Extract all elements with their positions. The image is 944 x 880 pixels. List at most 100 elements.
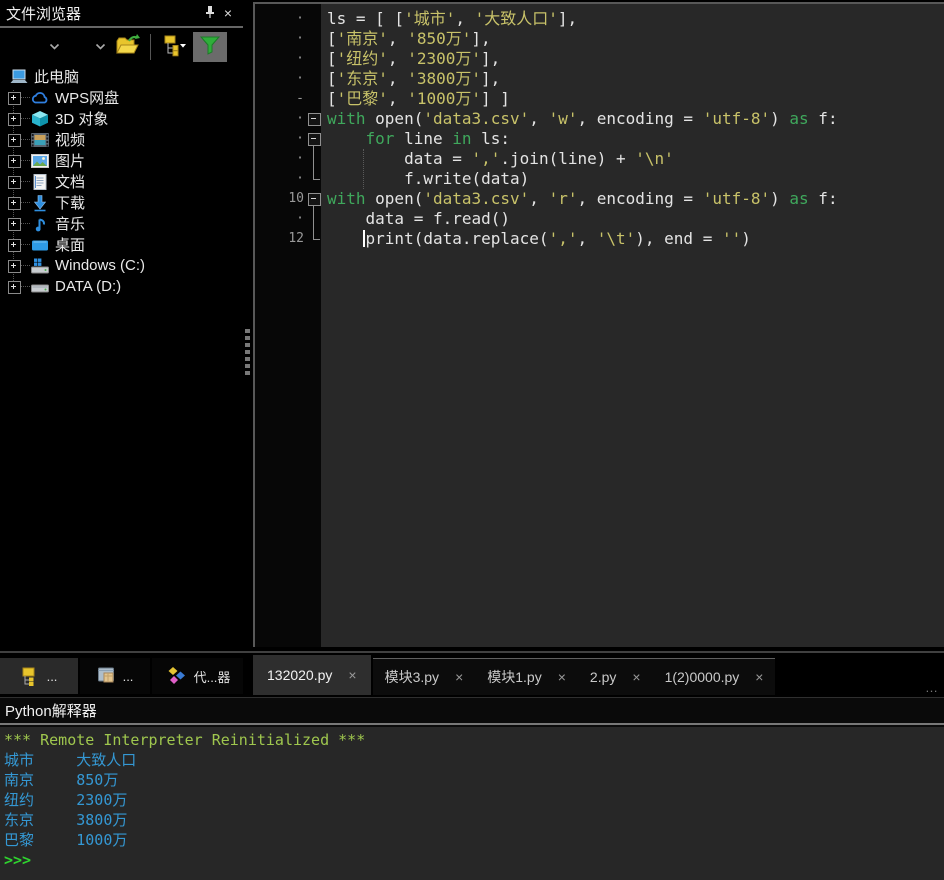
code-blocks-icon	[166, 666, 188, 686]
fold-cell[interactable]	[307, 129, 321, 149]
code-token: [	[327, 89, 337, 108]
file-browser-panel: 文件浏览器 × 此电脑 WPS网盘 3D 对象 视频 图片 文档 下载 音乐 桌面 Windows…	[0, 0, 244, 697]
code-token: , encoding =	[577, 189, 703, 208]
output-line: 巴黎 1000万	[4, 831, 128, 849]
film-icon	[30, 131, 50, 149]
expand-icon[interactable]	[8, 134, 21, 147]
chevron-down-icon	[95, 38, 106, 56]
change-mark: ·	[296, 211, 304, 226]
code-token: ],	[471, 29, 491, 48]
tree-view-button[interactable]	[161, 33, 187, 62]
open-folder-button[interactable]	[114, 33, 140, 62]
history-dropdown[interactable]	[18, 38, 64, 56]
string-token: '1000万'	[407, 89, 481, 108]
keyword-token: in	[452, 129, 472, 148]
tab-132020.py[interactable]: 132020.py ×	[253, 655, 371, 695]
expand-icon[interactable]	[8, 218, 21, 231]
tree-item[interactable]: 文档	[0, 171, 243, 192]
code-line: ['纽约', '2300万'],	[321, 49, 944, 69]
expand-icon[interactable]	[8, 113, 21, 126]
file-browser-toolbar	[0, 28, 243, 66]
filter-funnel-icon	[199, 34, 221, 61]
tree-item[interactable]: 视频	[0, 129, 243, 150]
change-mark: ·	[296, 151, 304, 166]
string-token: 'w'	[548, 109, 578, 128]
tree-item[interactable]: 此电脑	[0, 66, 243, 87]
file-browser-titlebar: 文件浏览器 ×	[0, 0, 243, 28]
code-token: ,	[387, 29, 408, 48]
fold-cell	[307, 229, 321, 249]
tab-close-icon[interactable]: ×	[755, 669, 763, 685]
output-line: *** Remote Interpreter Reinitialized ***	[4, 731, 366, 749]
code-token: ],	[557, 9, 578, 28]
close-icon[interactable]: ×	[219, 5, 237, 21]
string-token: 'data3.csv'	[423, 189, 530, 208]
tree-item[interactable]: 3D 对象	[0, 108, 243, 129]
expand-icon[interactable]	[8, 260, 21, 273]
tab-close-icon[interactable]: ×	[348, 667, 356, 683]
fold-collapse-icon[interactable]	[308, 113, 321, 126]
tree-item[interactable]: WPS网盘	[0, 87, 243, 108]
picture-icon	[30, 152, 50, 170]
tree-item[interactable]: Windows (C:)	[0, 255, 243, 276]
gutter-row: ·	[255, 129, 321, 149]
fold-end	[313, 239, 320, 240]
folder-tree-icon	[161, 33, 187, 62]
tree-item[interactable]: 图片	[0, 150, 243, 171]
tab-模块3.py[interactable]: 模块3.py ×	[373, 659, 476, 695]
code-token: ), end =	[635, 229, 722, 248]
code-token: ,	[529, 109, 549, 128]
tab-模块1.py[interactable]: 模块1.py ×	[475, 659, 578, 695]
tree-item[interactable]: 桌面	[0, 234, 243, 255]
pin-icon[interactable]	[201, 5, 219, 22]
indent-guide	[362, 149, 364, 189]
code-token: )	[741, 229, 751, 248]
dock-tab-3[interactable]: 代...器	[152, 658, 244, 694]
fold-collapse-icon[interactable]	[308, 193, 321, 206]
expand-icon[interactable]	[8, 176, 21, 189]
fold-cell[interactable]	[307, 109, 321, 129]
tab-2.py[interactable]: 2.py ×	[578, 659, 653, 695]
splitter-grip-icon	[245, 329, 250, 375]
code-token: f:	[808, 189, 838, 208]
gutter-row: ·	[255, 29, 321, 49]
expand-icon[interactable]	[8, 197, 21, 210]
change-mark: ·	[296, 171, 304, 186]
tree-item[interactable]: 下载	[0, 192, 243, 213]
expand-icon[interactable]	[8, 155, 21, 168]
string-token: '南京'	[336, 29, 388, 48]
tab-close-icon[interactable]: ×	[558, 669, 566, 685]
fold-cell	[307, 89, 321, 109]
code-editor: · · · · - · · · · 10 · 12 ls = [ ['城市', '大致人口'], ['南…	[253, 2, 944, 647]
dock-tab-1[interactable]: ...	[0, 658, 78, 694]
tab-close-icon[interactable]: ×	[455, 669, 463, 685]
code-token: ls = [ [	[327, 9, 405, 28]
tab-1(2)0000.py[interactable]: 1(2)0000.py ×	[653, 659, 776, 695]
expand-icon[interactable]	[8, 239, 21, 252]
string-token: ''	[721, 229, 742, 248]
gutter-row: ·	[255, 209, 321, 229]
tab-close-icon[interactable]: ×	[632, 669, 640, 685]
interpreter-output[interactable]: *** Remote Interpreter Reinitialized ***…	[0, 727, 944, 880]
string-token: '城市'	[404, 9, 456, 28]
expand-icon[interactable]	[8, 92, 21, 105]
string-token: '巴黎'	[336, 89, 388, 108]
fold-cell[interactable]	[307, 189, 321, 209]
fold-line	[313, 209, 314, 229]
filter-dropdown[interactable]	[64, 38, 110, 56]
tree-item[interactable]: 音乐	[0, 213, 243, 234]
code-token: ],	[481, 49, 501, 68]
filter-button[interactable]	[193, 32, 227, 62]
code-area[interactable]: ls = [ ['城市', '大致人口'], ['南京', '850万'], ['纽…	[321, 4, 944, 647]
fold-collapse-icon[interactable]	[308, 133, 321, 146]
code-token: data = f.read()	[327, 209, 511, 228]
ide-window: 文件浏览器 × 此电脑 WPS网盘 3D 对象 视频 图片 文档 下载 音乐 桌面 Windows…	[0, 0, 944, 880]
dock-tab-2[interactable]: ...	[80, 658, 150, 694]
tree-item[interactable]: DATA (D:)	[0, 276, 243, 297]
fold-cell	[307, 29, 321, 49]
tab-overflow-indicator[interactable]: …	[925, 680, 939, 695]
panel-splitter[interactable]	[243, 0, 253, 697]
expand-icon[interactable]	[8, 281, 21, 294]
code-line: ls = [ ['城市', '大致人口'],	[321, 9, 944, 29]
code-token: open(	[365, 189, 424, 208]
